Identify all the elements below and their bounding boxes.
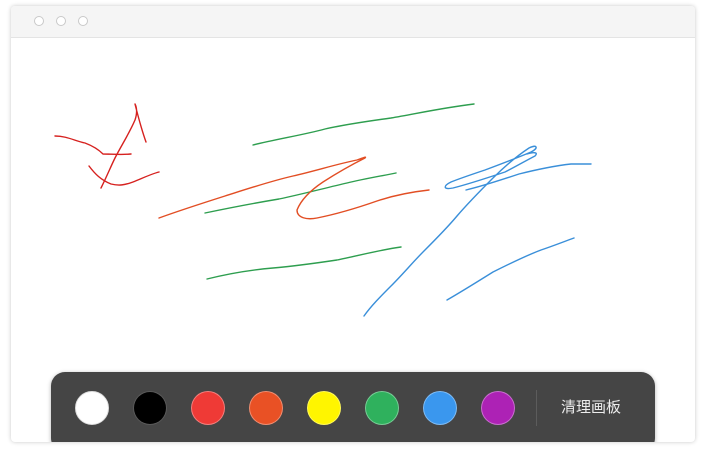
drawing-app-window: 清理画板 (11, 6, 695, 442)
color-swatch-green[interactable] (365, 391, 399, 425)
color-swatch-red[interactable] (191, 391, 225, 425)
stroke-blue-1 (363, 145, 537, 317)
stroke-red-3 (88, 165, 160, 186)
clear-canvas-button[interactable]: 清理画板 (550, 396, 632, 420)
close-window-button[interactable] (34, 16, 44, 26)
color-swatch-orange[interactable] (249, 391, 283, 425)
stroke-green-3 (206, 246, 402, 280)
color-toolbar: 清理画板 (51, 372, 655, 442)
stroke-red-1 (54, 135, 132, 156)
stroke-green-1 (252, 103, 475, 146)
minimize-window-button[interactable] (56, 16, 66, 26)
color-swatch-yellow[interactable] (307, 391, 341, 425)
stroke-red-2 (100, 103, 147, 189)
color-swatch-purple[interactable] (481, 391, 515, 425)
stroke-orange-1 (158, 156, 430, 220)
stroke-blue-3 (446, 237, 575, 301)
color-swatch-black[interactable] (133, 391, 167, 425)
title-bar (11, 6, 695, 38)
toolbar-divider (536, 390, 537, 426)
color-swatch-blue[interactable] (423, 391, 457, 425)
color-swatch-white[interactable] (75, 391, 109, 425)
maximize-window-button[interactable] (78, 16, 88, 26)
